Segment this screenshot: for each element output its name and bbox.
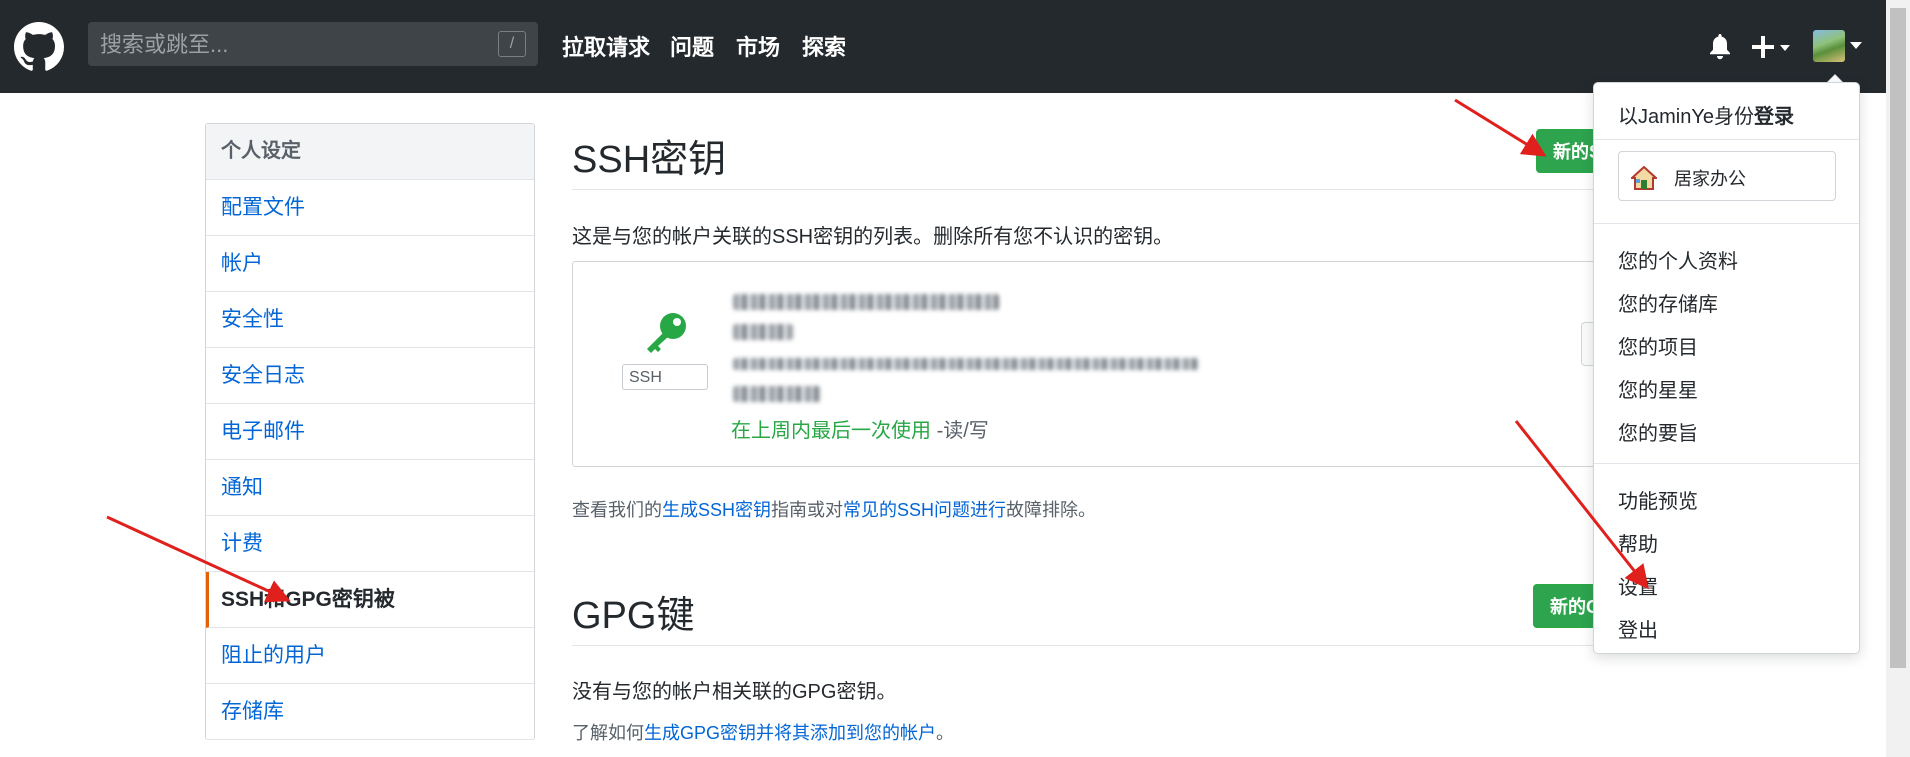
- menu-your-profile[interactable]: 您的个人资料: [1618, 245, 1738, 274]
- slash-shortcut-hint: /: [498, 31, 526, 57]
- menu-help[interactable]: 帮助: [1618, 528, 1658, 557]
- top-navigation-bar: / 拉取请求 问题 市场 探索: [0, 0, 1886, 93]
- dropdown-divider: [1594, 223, 1859, 224]
- user-status-button[interactable]: 居家办公: [1618, 151, 1836, 201]
- ssh-key-type-badge: SSH: [622, 364, 708, 390]
- menu-your-repositories[interactable]: 您的存储库: [1618, 288, 1718, 317]
- menu-your-gists[interactable]: 您的要旨: [1618, 417, 1698, 446]
- generate-gpg-key-link[interactable]: 生成GPG密钥并将其添加到您的帐户: [644, 723, 936, 743]
- sidebar-item-security-log[interactable]: 安全日志: [206, 348, 534, 404]
- sidebar-item-billing[interactable]: 计费: [206, 516, 534, 572]
- avatar[interactable]: [1813, 30, 1845, 62]
- nav-pull-requests[interactable]: 拉取请求: [562, 30, 650, 62]
- search-input[interactable]: [88, 22, 492, 68]
- avatar-caret-icon[interactable]: [1850, 42, 1862, 50]
- menu-sign-out[interactable]: 登出: [1618, 614, 1658, 643]
- user-status-label: 居家办公: [1674, 169, 1746, 189]
- nav-explore[interactable]: 探索: [802, 30, 846, 62]
- sidebar-item-notifications[interactable]: 通知: [206, 460, 534, 516]
- sidebar-title: 个人设定: [206, 124, 534, 180]
- menu-settings[interactable]: 设置: [1618, 571, 1658, 600]
- plus-dropdown-icon[interactable]: [1752, 35, 1792, 59]
- signed-in-prefix: 以JaminYe身份: [1618, 106, 1754, 128]
- gpg-learn-prefix: 了解如何: [572, 723, 644, 743]
- ssh-badge-label: SSH: [629, 369, 662, 386]
- arrow-to-new-ssh-key: [1454, 98, 1547, 157]
- settings-sidebar: 个人设定 配置文件 帐户 安全性 安全日志 电子邮件 通知 计费 SSH和GPG…: [205, 123, 535, 740]
- generate-ssh-key-link[interactable]: 生成SSH密钥: [662, 500, 771, 520]
- page-scrollbar-thumb[interactable]: [1890, 8, 1906, 668]
- sidebar-item-ssh-gpg-keys[interactable]: SSH和GPG密钥被: [206, 572, 534, 628]
- new-ssh-key-button[interactable]: 新的SSH密钥: [1536, 129, 1596, 173]
- sidebar-item-security[interactable]: 安全性: [206, 292, 534, 348]
- signed-in-bold: 登录: [1753, 106, 1794, 128]
- ssh-troubleshoot-link[interactable]: 常见的SSH问题进行: [843, 500, 1006, 520]
- dropdown-divider: [1594, 139, 1859, 140]
- sidebar-item-account[interactable]: 帐户: [206, 236, 534, 292]
- gpg-keys-heading: GPG键: [572, 595, 695, 637]
- sidebar-item-emails[interactable]: 电子邮件: [206, 404, 534, 460]
- menu-feature-preview[interactable]: 功能预览: [1618, 485, 1698, 514]
- ssh-keys-heading: SSH密钥: [572, 139, 727, 181]
- gpg-learn-text: 了解如何生成GPG密钥并将其添加到您的帐户。: [572, 719, 954, 745]
- key-label-redacted: [733, 324, 793, 340]
- sidebar-item-profile[interactable]: 配置文件: [206, 180, 534, 236]
- ssh-help-text: 查看我们的生成SSH密钥指南或对常见的SSH问题进行故障排除。: [572, 496, 1096, 522]
- menu-your-projects[interactable]: 您的项目: [1618, 331, 1698, 360]
- house-icon: [1631, 166, 1657, 190]
- key-title-redacted: [733, 294, 999, 310]
- github-logo-icon[interactable]: [14, 22, 64, 72]
- dropdown-divider: [1594, 463, 1859, 464]
- gpg-heading-divider: [572, 645, 1612, 646]
- ssh-help-prefix: 查看我们的: [572, 500, 662, 520]
- new-gpg-key-button[interactable]: 新的GPG密钥: [1533, 584, 1596, 628]
- ssh-help-suffix: 故障排除。: [1006, 500, 1097, 520]
- sidebar-item-repositories[interactable]: 存储库: [206, 684, 534, 740]
- search-box[interactable]: /: [88, 22, 538, 68]
- key-icon: [647, 313, 686, 353]
- ssh-description: 这是与您的帐户关联的SSH密钥的列表。删除所有您不认识的密钥。: [572, 226, 1174, 248]
- gpg-description: 没有与您的帐户相关联的GPG密钥。: [572, 681, 897, 703]
- key-added-date-redacted: [733, 386, 821, 402]
- ssh-heading-divider: [572, 189, 1612, 190]
- nav-issues[interactable]: 问题: [670, 30, 714, 62]
- sidebar-item-blocked-users[interactable]: 阻止的用户: [206, 628, 534, 684]
- gpg-learn-suffix: 。: [936, 723, 955, 743]
- user-dropdown-menu: 以JaminYe身份登录 居家办公 您的个人资料 您的存储库 您的项目 您的星星…: [1593, 82, 1860, 654]
- nav-marketplace[interactable]: 市场: [736, 30, 780, 62]
- signed-in-as: 以JaminYe身份登录: [1618, 100, 1794, 129]
- key-last-used-text: 在上周内最后一次使用: [731, 420, 931, 442]
- key-access-text: -读/写: [936, 420, 989, 442]
- key-fingerprint-redacted: [733, 358, 1199, 370]
- menu-your-stars[interactable]: 您的星星: [1618, 374, 1698, 403]
- bell-icon[interactable]: [1708, 34, 1732, 60]
- key-last-used: 在上周内最后一次使用 -读/写: [731, 414, 989, 443]
- ssh-help-middle: 指南或对: [771, 500, 844, 520]
